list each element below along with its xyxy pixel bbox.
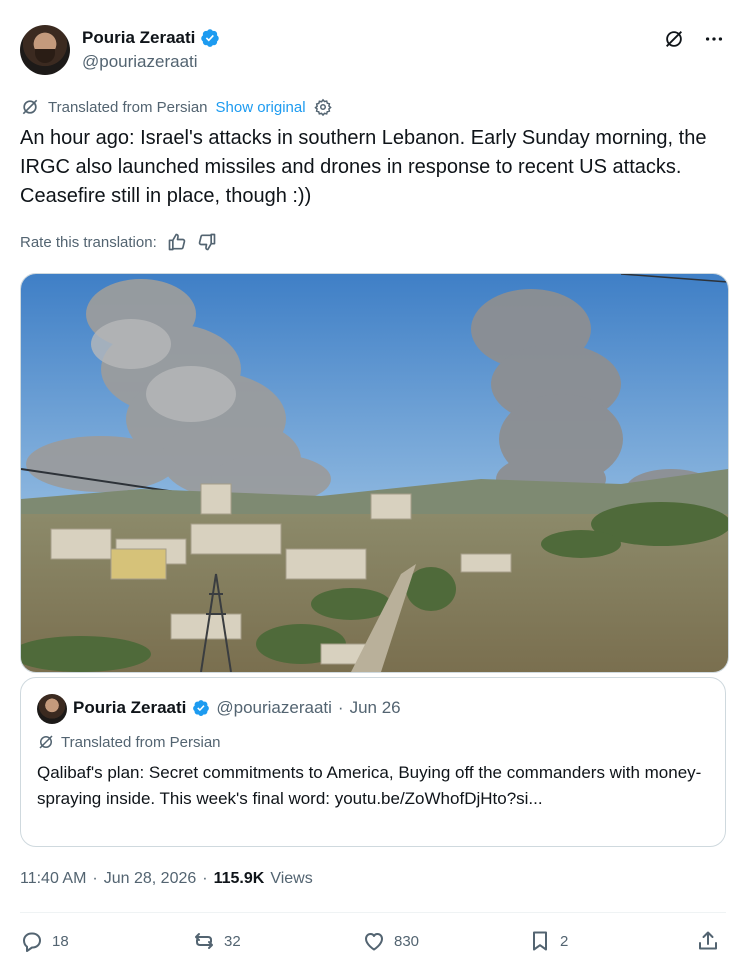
quoted-translation-notice: Translated from Persian	[37, 733, 221, 751]
quoted-text: Qalibaf's plan: Secret commitments to Am…	[37, 763, 702, 808]
tweet-text: An hour ago: Israel's attacks in souther…	[20, 127, 707, 207]
more-icon[interactable]	[702, 27, 726, 51]
photo-smoke-landscape	[21, 274, 728, 672]
bookmark-icon	[533, 931, 547, 951]
quoted-header: Pouria Zeraati @pouriazeraati · Jun 26	[73, 698, 401, 718]
quoted-author-name: Pouria Zeraati	[73, 698, 187, 717]
quoted-author-avatar	[37, 694, 67, 724]
author-name[interactable]: Pouria Zeraati	[82, 28, 195, 48]
action-bar: 18 32 830 2	[20, 929, 726, 961]
quoted-translation-text: Translated from Persian	[61, 733, 221, 751]
separator-dot: ·	[337, 698, 344, 717]
show-original-link[interactable]: Show original	[216, 99, 306, 116]
thumbs-up-icon[interactable]	[167, 232, 187, 252]
gear-icon[interactable]	[313, 98, 332, 116]
reply-icon	[23, 932, 41, 952]
author-handle[interactable]: @pouriazeraati	[82, 52, 198, 72]
reply-count: 18	[52, 932, 69, 950]
translation-notice-text: Translated from Persian	[48, 98, 208, 116]
views-label: Views	[270, 870, 313, 887]
tweet-header: Pouria Zeraati @pouriazeraati	[20, 25, 726, 77]
verified-badge-icon	[193, 700, 210, 716]
tweet-photo[interactable]	[20, 273, 729, 673]
translate-icon	[39, 735, 53, 749]
header-actions	[662, 27, 726, 51]
like-count: 830	[394, 932, 420, 950]
verified-badge-icon[interactable]	[200, 28, 220, 48]
author-name-row: Pouria Zeraati	[82, 28, 220, 48]
repost-button[interactable]: 32	[192, 929, 241, 953]
grok-icon[interactable]	[662, 27, 686, 51]
share-button[interactable]	[696, 929, 720, 953]
translate-icon	[22, 99, 38, 115]
views-count: 115.9K	[213, 870, 265, 887]
like-icon	[365, 933, 383, 951]
tweet-time[interactable]: 11:40 AM	[20, 870, 86, 888]
repost-icon	[195, 933, 213, 949]
thumbs-down-icon[interactable]	[197, 232, 217, 252]
share-icon	[699, 931, 717, 950]
bookmark-count: 2	[560, 932, 569, 950]
rate-label: Rate this translation:	[20, 233, 157, 251]
quoted-tweet[interactable]: Pouria Zeraati @pouriazeraati · Jun 26 T…	[20, 677, 726, 847]
repost-count: 32	[224, 932, 241, 950]
bookmark-button[interactable]: 2	[528, 929, 568, 953]
quoted-author-handle: @pouriazeraati	[216, 698, 332, 717]
separator-dot: ·	[202, 870, 208, 887]
like-button[interactable]: 830	[362, 929, 419, 953]
rate-translation: Rate this translation:	[20, 232, 217, 252]
divider	[20, 912, 726, 913]
translation-notice: Translated from Persian Show original	[20, 97, 332, 117]
separator-dot: ·	[92, 870, 98, 887]
tweet-date[interactable]: Jun 28, 2026	[104, 870, 197, 888]
quoted-date: Jun 26	[349, 698, 401, 717]
author-avatar[interactable]	[20, 25, 70, 75]
tweet-meta: 11:40 AM · Jun 28, 2026 · 115.9K Views	[20, 870, 313, 888]
reply-button[interactable]: 18	[20, 929, 69, 953]
